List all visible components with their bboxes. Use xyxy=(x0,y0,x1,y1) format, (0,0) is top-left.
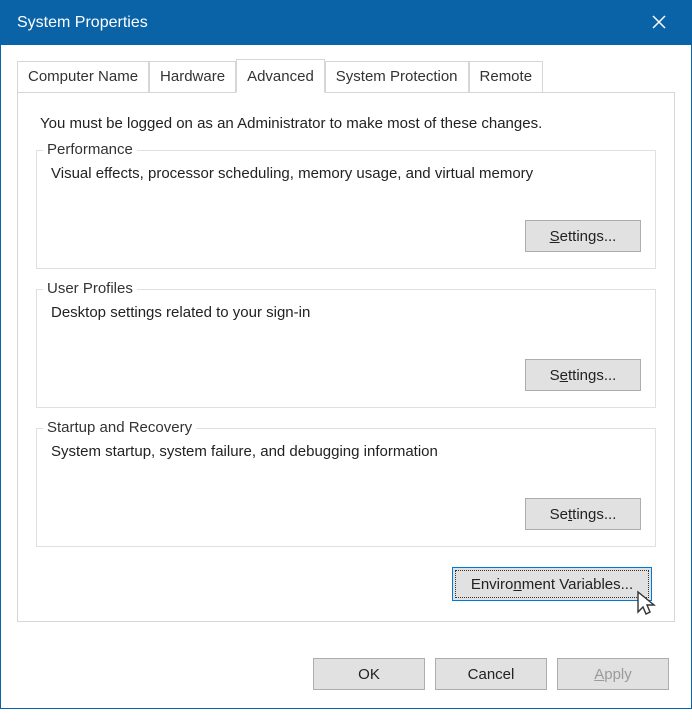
admin-notice: You must be logged on as an Administrato… xyxy=(40,115,656,132)
dialog-content: Computer Name Hardware Advanced System P… xyxy=(1,45,691,640)
tabs: Computer Name Hardware Advanced System P… xyxy=(17,59,675,93)
user-profiles-group: User Profiles Desktop settings related t… xyxy=(36,289,656,408)
cancel-button[interactable]: Cancel xyxy=(435,658,547,690)
apply-button[interactable]: Apply xyxy=(557,658,669,690)
tab-hardware[interactable]: Hardware xyxy=(149,61,236,93)
close-icon xyxy=(652,14,666,32)
startup-recovery-group: Startup and Recovery System startup, sys… xyxy=(36,428,656,547)
system-properties-dialog: System Properties Computer Name Hardware… xyxy=(0,0,692,709)
startup-recovery-desc: System startup, system failure, and debu… xyxy=(51,443,641,460)
ok-button[interactable]: OK xyxy=(313,658,425,690)
env-variables-row: Environment Variables... xyxy=(36,567,652,601)
titlebar: System Properties xyxy=(1,1,691,45)
tab-advanced-body: You must be logged on as an Administrato… xyxy=(17,93,675,622)
startup-recovery-settings-button[interactable]: Settings... xyxy=(525,498,641,530)
tab-computer-name[interactable]: Computer Name xyxy=(17,61,149,93)
startup-recovery-label: Startup and Recovery xyxy=(43,419,196,436)
user-profiles-settings-button[interactable]: Settings... xyxy=(525,359,641,391)
performance-desc: Visual effects, processor scheduling, me… xyxy=(51,165,641,182)
performance-settings-button[interactable]: Settings... xyxy=(525,220,641,252)
user-profiles-desc: Desktop settings related to your sign-in xyxy=(51,304,641,321)
performance-group: Performance Visual effects, processor sc… xyxy=(36,150,656,269)
performance-label: Performance xyxy=(43,141,137,158)
tab-system-protection[interactable]: System Protection xyxy=(325,61,469,93)
user-profiles-label: User Profiles xyxy=(43,280,137,297)
dialog-title: System Properties xyxy=(17,14,641,32)
dialog-buttons: OK Cancel Apply xyxy=(1,640,691,708)
tab-remote[interactable]: Remote xyxy=(469,61,544,93)
close-button[interactable] xyxy=(641,5,677,41)
environment-variables-button[interactable]: Environment Variables... xyxy=(452,567,652,601)
tab-advanced[interactable]: Advanced xyxy=(236,59,325,93)
